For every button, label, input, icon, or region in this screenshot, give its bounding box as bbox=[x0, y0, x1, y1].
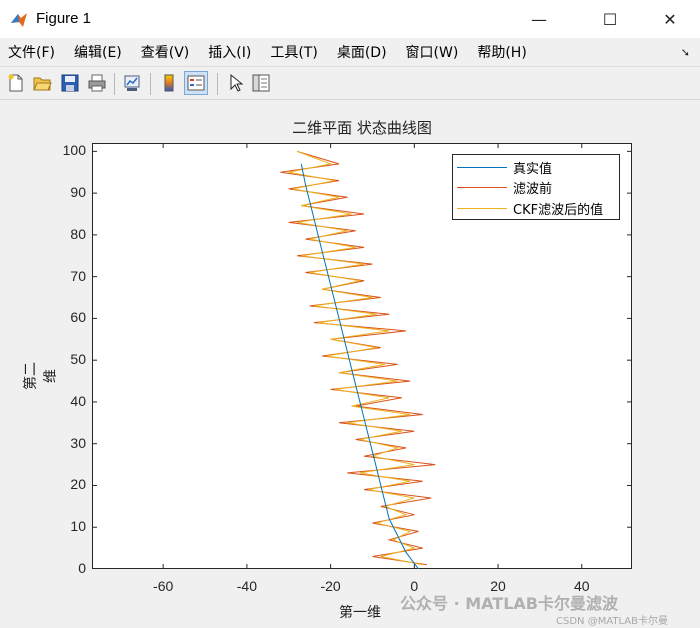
minimize-button[interactable]: — bbox=[516, 0, 562, 38]
legend-entry-ckf: CKF滤波后的值 bbox=[457, 199, 604, 218]
open-file-icon bbox=[33, 77, 52, 91]
print-button[interactable] bbox=[85, 71, 109, 95]
series-line-0 bbox=[300, 163, 419, 569]
matlab-logo-icon bbox=[11, 13, 27, 27]
figure-toolbar bbox=[0, 66, 700, 100]
maximize-button[interactable]: ☐ bbox=[587, 0, 633, 38]
watermark: 公众号 · MATLAB卡尔曼滤波 bbox=[400, 594, 618, 613]
property-inspector-button[interactable] bbox=[249, 71, 273, 95]
y-axis-label: 第二维 bbox=[23, 362, 59, 390]
y-tick-label: 30 bbox=[70, 434, 86, 451]
y-tick-label: 10 bbox=[70, 518, 86, 535]
toolbar-separator bbox=[150, 73, 151, 95]
legend-swatch bbox=[457, 186, 507, 188]
window-title: Figure 1 bbox=[36, 10, 92, 27]
new-figure-icon bbox=[8, 74, 23, 92]
y-tick-label: 80 bbox=[70, 225, 86, 242]
menu-window[interactable]: 窗口(W) bbox=[402, 42, 459, 62]
toolbar-separator bbox=[114, 73, 115, 95]
insert-colorbar-icon bbox=[164, 74, 174, 92]
maximize-icon: ☐ bbox=[602, 9, 618, 29]
insert-colorbar-button[interactable] bbox=[157, 71, 181, 95]
menu-file[interactable]: 文件(F) bbox=[4, 42, 55, 62]
toolbar-separator bbox=[217, 73, 218, 95]
close-button[interactable]: ✕ bbox=[647, 0, 693, 38]
legend-entry-true: 真实值 bbox=[457, 158, 553, 177]
legend-entry-before-filter: 滤波前 bbox=[457, 178, 553, 197]
legend-label: CKF滤波后的值 bbox=[513, 202, 604, 218]
open-file-button[interactable] bbox=[30, 71, 54, 95]
close-icon: ✕ bbox=[663, 9, 677, 29]
new-figure-button[interactable] bbox=[4, 71, 28, 95]
print-icon bbox=[88, 74, 106, 92]
series-line-1 bbox=[280, 150, 436, 566]
y-tick-label: 100 bbox=[62, 142, 86, 159]
insert-legend-icon bbox=[187, 75, 205, 91]
link-plot-icon bbox=[124, 75, 140, 91]
chart-legend[interactable]: 真实值 滤波前 CKF滤波后的值 bbox=[452, 154, 620, 220]
property-inspector-icon bbox=[252, 74, 270, 92]
x-tick-label: -20 bbox=[320, 578, 341, 594]
menu-desktop[interactable]: 桌面(D) bbox=[333, 42, 387, 62]
legend-swatch bbox=[457, 166, 507, 168]
window-titlebar[interactable]: Figure 1 — ☐ ✕ bbox=[0, 0, 700, 38]
y-tick-label: 90 bbox=[70, 184, 86, 201]
legend-label: 真实值 bbox=[513, 161, 553, 177]
source-watermark: CSDN @MATLAB卡尔曼 bbox=[556, 616, 668, 627]
menu-edit[interactable]: 编辑(E) bbox=[70, 42, 122, 62]
y-tick-label: 20 bbox=[70, 476, 86, 493]
save-button[interactable] bbox=[58, 71, 82, 95]
chart-title: 二维平面 状态曲线图 bbox=[292, 119, 432, 137]
pointer-button[interactable] bbox=[223, 71, 247, 95]
link-plot-button[interactable] bbox=[120, 71, 144, 95]
pointer-icon bbox=[230, 73, 244, 92]
y-tick-label: 70 bbox=[70, 267, 86, 284]
menu-view[interactable]: 查看(V) bbox=[137, 42, 190, 62]
menu-tools[interactable]: 工具(T) bbox=[266, 42, 317, 62]
legend-label: 滤波前 bbox=[513, 181, 553, 197]
menu-help[interactable]: 帮助(H) bbox=[473, 42, 526, 62]
save-icon bbox=[61, 74, 79, 92]
legend-swatch bbox=[457, 207, 507, 209]
menu-bar: 文件(F) 编辑(E) 查看(V) 插入(I) 工具(T) 桌面(D) 窗口(W… bbox=[0, 38, 700, 66]
dock-figure-icon[interactable]: ➘ bbox=[681, 46, 690, 59]
y-tick-label: 60 bbox=[70, 309, 86, 326]
x-tick-label: -60 bbox=[153, 578, 174, 594]
insert-legend-button[interactable] bbox=[184, 71, 208, 95]
x-tick-label: -40 bbox=[236, 578, 257, 594]
minimize-icon: — bbox=[531, 9, 547, 29]
menu-insert[interactable]: 插入(I) bbox=[204, 42, 251, 62]
y-tick-label: 0 bbox=[78, 560, 86, 576]
